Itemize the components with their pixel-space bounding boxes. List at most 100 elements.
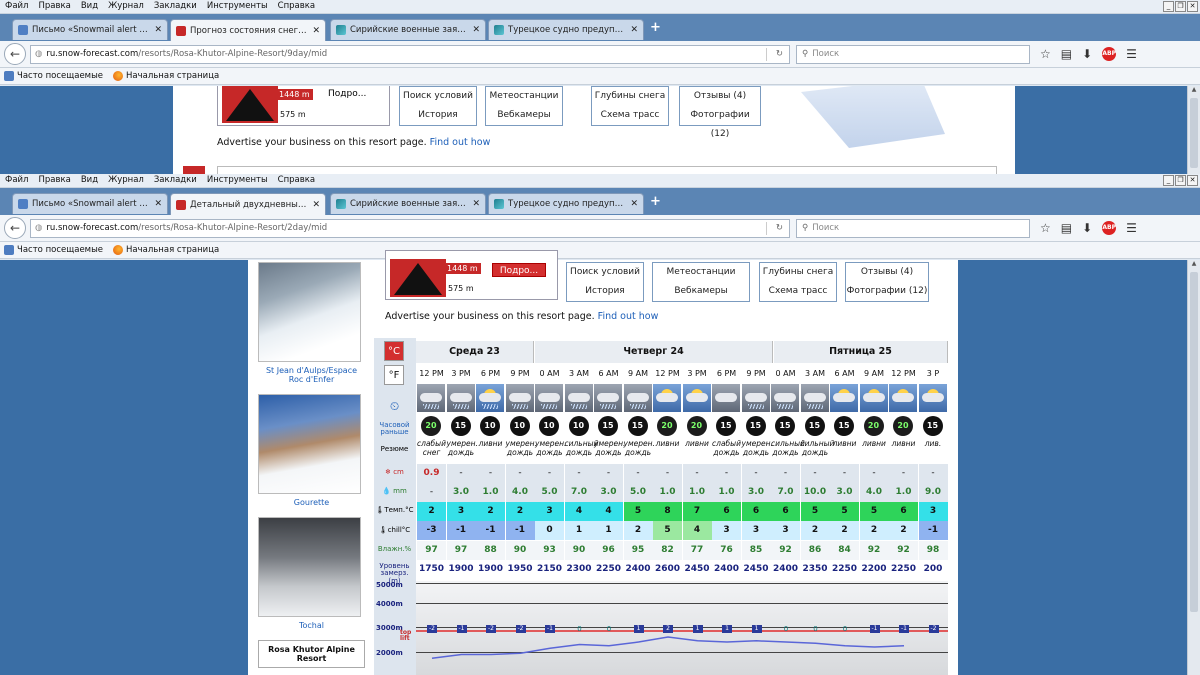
- fahrenheit-toggle[interactable]: °F: [384, 365, 404, 385]
- details-button[interactable]: Подро...: [492, 263, 546, 277]
- bookmark-start-page[interactable]: Начальная страница: [113, 71, 219, 81]
- minimize-button[interactable]: _: [1163, 1, 1174, 12]
- chart-temp-pin: 0: [842, 625, 848, 633]
- close-tab-icon[interactable]: ✕: [472, 199, 480, 209]
- chart-temp-pin: -2: [427, 625, 437, 633]
- menu-help[interactable]: Справка: [273, 174, 320, 186]
- temp-cell: 6: [771, 502, 800, 521]
- link-history[interactable]: История: [567, 282, 643, 301]
- search-input[interactable]: ⚲ Поиск: [796, 44, 1030, 64]
- close-window-button[interactable]: ✕: [1187, 175, 1198, 186]
- tab-news-turkey[interactable]: Турецкое судно предупреж...✕: [488, 193, 644, 214]
- tab-snow-forecast-2day[interactable]: Детальный двухдневный п... ✕: [170, 193, 326, 215]
- chill-cell: 2: [859, 521, 889, 540]
- link-piste-map[interactable]: Схема трасс: [760, 282, 836, 301]
- new-tab-button[interactable]: +: [650, 194, 661, 209]
- menu-tools[interactable]: Инструменты: [202, 174, 273, 186]
- close-tab-icon[interactable]: ✕: [312, 200, 320, 210]
- link-photos[interactable]: Фотографии (12): [846, 282, 928, 301]
- menu-bookmarks[interactable]: Закладки: [149, 174, 202, 186]
- menu-history[interactable]: Журнал: [103, 174, 149, 186]
- close-tab-icon[interactable]: ✕: [630, 199, 638, 209]
- resort-caption-gourette[interactable]: Gourette: [258, 498, 365, 507]
- bookmark-star-icon[interactable]: ☆: [1040, 221, 1051, 235]
- close-tab-icon[interactable]: ✕: [630, 25, 638, 35]
- menu-file[interactable]: Файл: [0, 174, 33, 186]
- bookmark-most-visited[interactable]: Часто посещаемые: [4, 71, 103, 81]
- download-icon[interactable]: ⬇: [1082, 221, 1092, 235]
- cloud-rain-icon: [741, 384, 770, 412]
- restore-button[interactable]: ❐: [1175, 1, 1186, 12]
- url-bar[interactable]: ◍ ru.snow-forecast.com/resorts/Rosa-Khuto…: [30, 44, 790, 64]
- link-webcams[interactable]: Вебкамеры: [653, 282, 749, 301]
- link-snow-depths[interactable]: Глубины снега: [760, 263, 836, 282]
- resort-box[interactable]: Rosa Khutor Alpine Resort: [258, 640, 365, 668]
- cloud-icon: [626, 393, 649, 402]
- close-tab-icon[interactable]: ✕: [312, 26, 320, 36]
- wind-arrow-icon: 15: [775, 416, 795, 436]
- advertise-link[interactable]: Find out how: [598, 311, 659, 322]
- tab-news-syria[interactable]: Сирийские военные заявил... ✕: [330, 193, 486, 214]
- back-button[interactable]: ←: [4, 43, 26, 65]
- advertise-link[interactable]: Find out how: [430, 137, 491, 148]
- temp-cell: 5: [800, 502, 830, 521]
- cloud-light-icon: [712, 384, 740, 412]
- link-weather-stations[interactable]: Метеостанции: [653, 263, 749, 282]
- reading-list-icon[interactable]: ▤: [1061, 221, 1072, 235]
- menu-history[interactable]: Журнал: [103, 0, 149, 12]
- tab-mail[interactable]: Письмо «Snowmail alert for 4...✕: [12, 19, 168, 40]
- time-label: 0 AM: [775, 369, 796, 378]
- tab-mail[interactable]: Письмо «Snowmail alert for 4...✕: [12, 193, 168, 214]
- bookmark-most-visited[interactable]: Часто посещаемые: [4, 245, 103, 255]
- resort-photo-tochal[interactable]: [258, 517, 361, 617]
- menu-tools[interactable]: Инструменты: [202, 0, 273, 12]
- back-button[interactable]: ←: [4, 217, 26, 239]
- rain-cell: 7.0: [564, 483, 594, 502]
- bookmark-start-page[interactable]: Начальная страница: [113, 245, 219, 255]
- resort-caption-tochal[interactable]: Tochal: [258, 621, 365, 630]
- menu-icon[interactable]: ☰: [1126, 47, 1137, 61]
- url-bar[interactable]: ◍ ru.snow-forecast.com/resorts/Rosa-Khuto…: [30, 218, 790, 238]
- vertical-scrollbar[interactable]: ▲: [1187, 260, 1200, 675]
- reload-icon[interactable]: ↻: [776, 223, 783, 233]
- close-tab-icon[interactable]: ✕: [154, 25, 162, 35]
- snow-cell: -: [446, 464, 476, 483]
- label-tz[interactable]: Часовой раньше: [374, 421, 415, 437]
- menu-view[interactable]: Вид: [76, 174, 103, 186]
- reading-list-icon[interactable]: ▤: [1061, 47, 1072, 61]
- resort-caption-stjean[interactable]: St Jean d'Aulps/Espace Roc d'Enfer: [258, 366, 365, 384]
- close-tab-icon[interactable]: ✕: [472, 25, 480, 35]
- menu-help[interactable]: Справка: [273, 0, 320, 12]
- search-input[interactable]: ⚲ Поиск: [796, 218, 1030, 238]
- restore-button[interactable]: ❐: [1175, 175, 1186, 186]
- menu-view[interactable]: Вид: [76, 0, 103, 12]
- summary-cell: сильный дождь: [771, 439, 805, 457]
- download-icon[interactable]: ⬇: [1082, 47, 1092, 61]
- new-tab-button[interactable]: +: [650, 20, 661, 35]
- vertical-scrollbar[interactable]: ▲: [1187, 86, 1200, 174]
- time-label: 12 PM: [655, 369, 680, 378]
- resort-photo-gourette[interactable]: [258, 394, 361, 494]
- menu-edit[interactable]: Правка: [33, 174, 75, 186]
- link-search-conditions[interactable]: Поиск условий: [567, 263, 643, 282]
- tab-news-turkey[interactable]: Турецкое судно предупреж...✕: [488, 19, 644, 40]
- celsius-toggle[interactable]: °C: [384, 341, 404, 361]
- adblock-icon[interactable]: ABP: [1102, 47, 1117, 61]
- reload-icon[interactable]: ↻: [776, 49, 783, 59]
- clock-icon: ⏲: [389, 399, 400, 413]
- menu-edit[interactable]: Правка: [33, 0, 75, 12]
- menu-file[interactable]: Файл: [0, 0, 33, 12]
- bookmark-star-icon[interactable]: ☆: [1040, 47, 1051, 61]
- minimize-button[interactable]: _: [1163, 175, 1174, 186]
- resort-photo-stjean[interactable]: [258, 262, 361, 362]
- humidity-cell: 98: [918, 541, 948, 560]
- menu-bookmarks[interactable]: Закладки: [149, 0, 202, 12]
- link-reviews[interactable]: Отзывы (4): [846, 263, 928, 282]
- snow-cell: -: [505, 464, 535, 483]
- menu-icon[interactable]: ☰: [1126, 221, 1137, 235]
- adblock-icon[interactable]: ABP: [1102, 221, 1117, 235]
- tab-snow-forecast[interactable]: Прогноз состояния снега и ...✕: [170, 19, 326, 41]
- close-window-button[interactable]: ✕: [1187, 1, 1198, 12]
- tab-news-syria[interactable]: Сирийские военные заявил... ✕: [330, 19, 486, 40]
- close-tab-icon[interactable]: ✕: [154, 199, 162, 209]
